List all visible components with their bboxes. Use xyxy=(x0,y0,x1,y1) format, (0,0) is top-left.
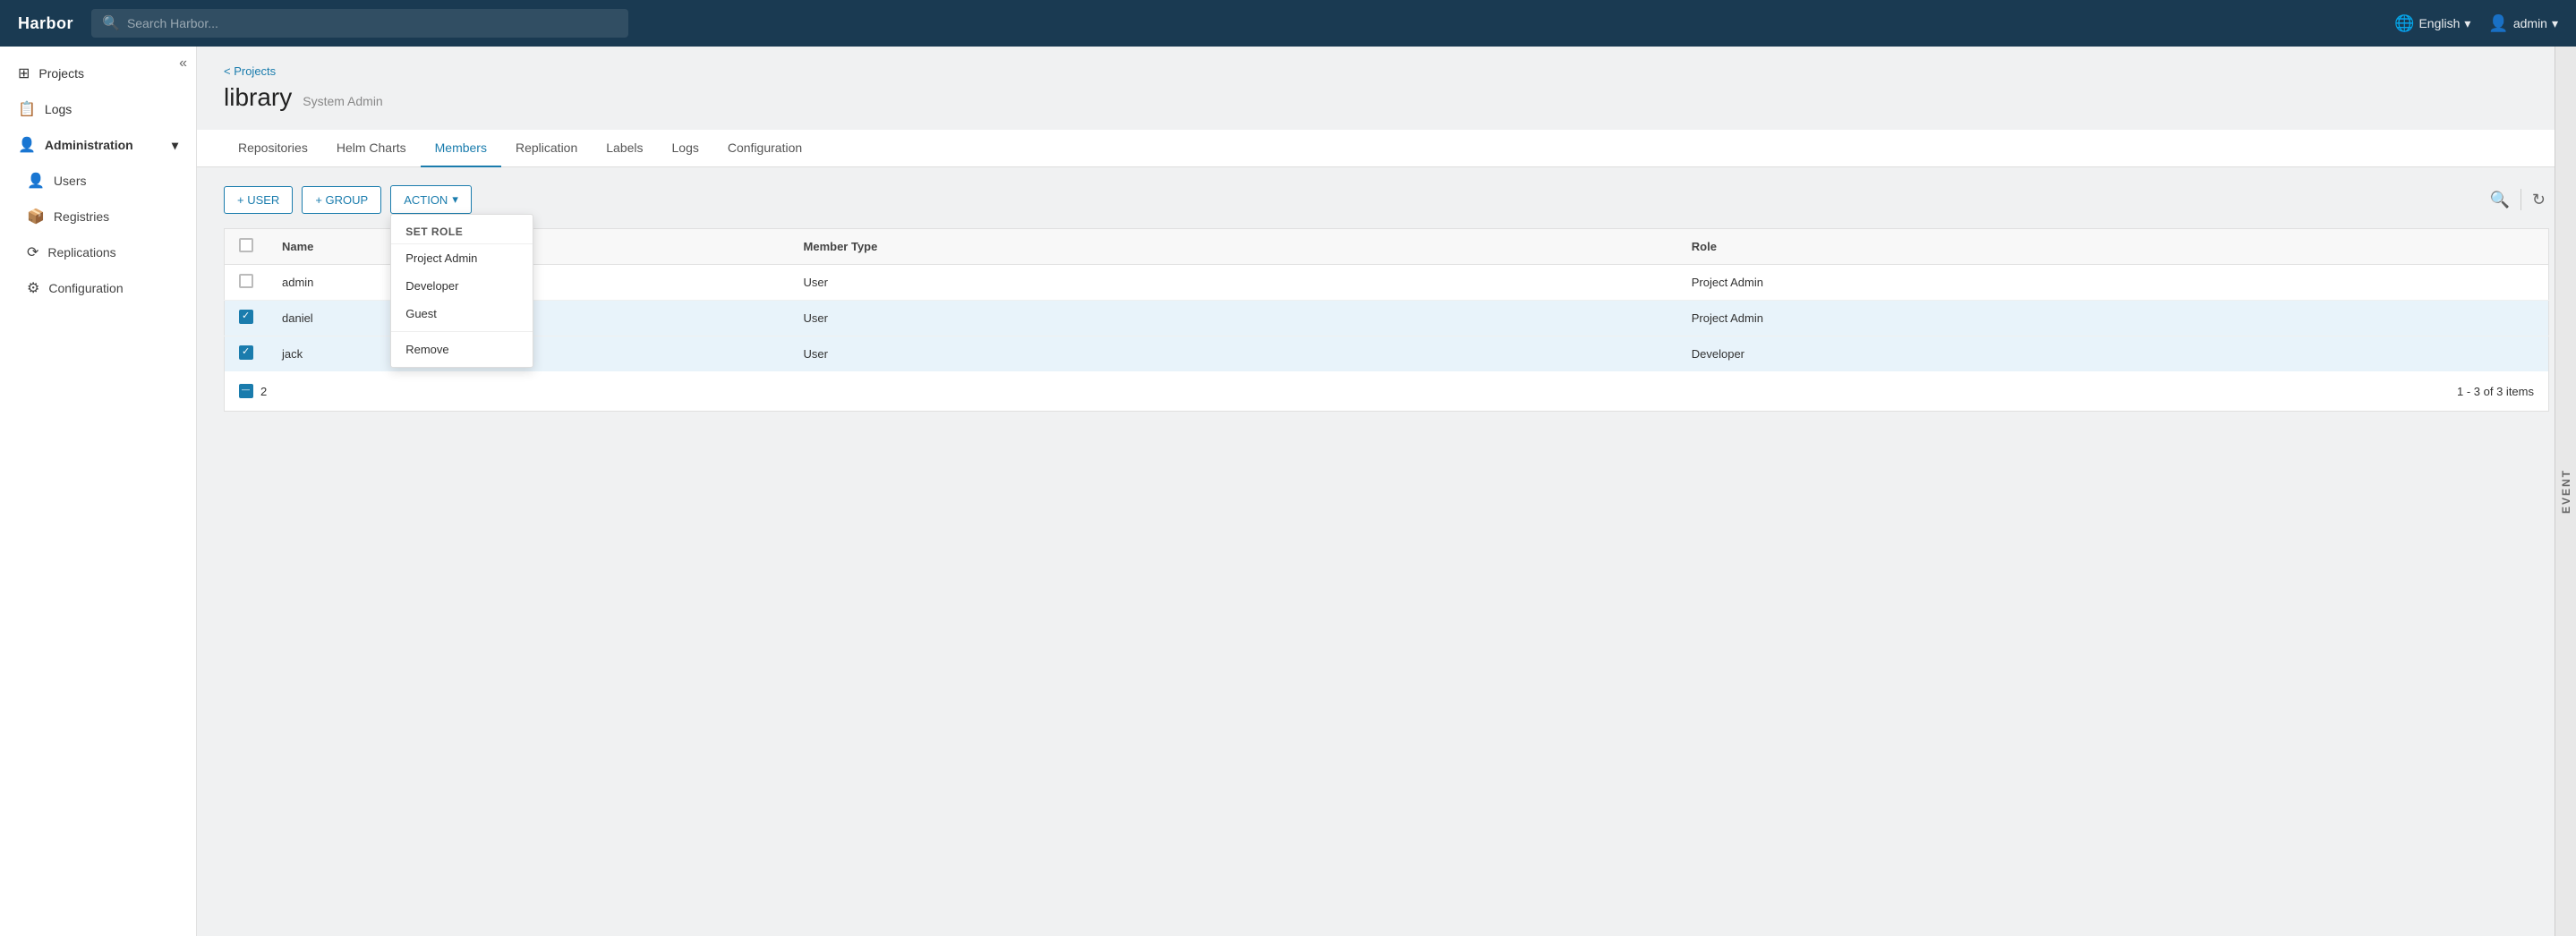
tab-repositories[interactable]: Repositories xyxy=(224,130,322,167)
event-label: EVENT xyxy=(2560,469,2572,514)
selected-count: 2 xyxy=(260,385,267,398)
navbar-right: 🌐 English ▾ 👤 admin ▾ xyxy=(2394,14,2558,33)
search-bar[interactable]: 🔍 xyxy=(91,9,628,38)
person-icon: 👤 xyxy=(27,172,45,190)
sidebar-item-users[interactable]: 👤 Users xyxy=(9,163,196,199)
navbar: Harbor 🔍 🌐 English ▾ 👤 admin ▾ xyxy=(0,0,2576,47)
file-icon: 📋 xyxy=(18,100,36,118)
tabs-bar: Repositories Helm Charts Members Replica… xyxy=(197,130,2576,167)
role-project-admin[interactable]: Project Admin xyxy=(391,244,533,272)
share-icon: ⟳ xyxy=(27,243,38,261)
chevron-down-icon: ▾ xyxy=(2552,16,2558,31)
main-content: < Projects library System Admin Reposito… xyxy=(197,47,2576,936)
toolbar-right: 🔍 ↻ xyxy=(2486,187,2549,213)
select-all-checkbox[interactable] xyxy=(239,238,253,252)
layout: « ⊞ Projects 📋 Logs 👤 Administration ▾ 👤… xyxy=(0,47,2576,936)
sidebar-collapse-button[interactable]: « xyxy=(179,55,187,72)
sidebar-admin-label: Administration xyxy=(45,138,133,152)
member-role: Developer xyxy=(1677,336,2549,372)
tab-replication[interactable]: Replication xyxy=(501,130,592,167)
sidebar-item-replications[interactable]: ⟳ Replications xyxy=(9,234,196,270)
gear-icon: ⚙ xyxy=(27,279,39,297)
sidebar-replications-label: Replications xyxy=(47,245,115,260)
col-member-type: Member Type xyxy=(789,229,1677,265)
sidebar-item-configuration[interactable]: ⚙ Configuration xyxy=(9,270,196,306)
sidebar-administration[interactable]: 👤 Administration ▾ xyxy=(0,127,196,163)
member-type: User xyxy=(789,336,1677,372)
table-footer: 2 1 - 3 of 3 items xyxy=(225,371,2549,412)
user-icon: 👤 xyxy=(2488,14,2508,33)
action-label: ACTION xyxy=(404,193,448,207)
table-row: jack User Developer xyxy=(225,336,2549,372)
sidebar: « ⊞ Projects 📋 Logs 👤 Administration ▾ 👤… xyxy=(0,47,197,936)
action-button[interactable]: ACTION ▾ xyxy=(390,185,472,214)
member-type: User xyxy=(789,301,1677,336)
tab-helm-charts[interactable]: Helm Charts xyxy=(322,130,421,167)
refresh-button[interactable]: ↻ xyxy=(2529,187,2549,213)
row-checkbox-cell[interactable] xyxy=(225,265,269,301)
app-brand: Harbor xyxy=(18,14,73,33)
add-user-button[interactable]: + USER xyxy=(224,186,293,214)
action-dropdown-menu: SET ROLE Project Admin Developer Guest R… xyxy=(390,214,533,368)
sidebar-item-label: Logs xyxy=(45,102,72,116)
box-icon: 📦 xyxy=(27,208,45,225)
role-developer[interactable]: Developer xyxy=(391,272,533,300)
table-row: admin User Project Admin xyxy=(225,265,2549,301)
add-group-button[interactable]: + GROUP xyxy=(302,186,381,214)
row-checkbox[interactable] xyxy=(239,310,253,324)
row-checkbox[interactable] xyxy=(239,274,253,288)
page-subtitle: System Admin xyxy=(303,94,382,108)
sidebar-admin-submenu: 👤 Users 📦 Registries ⟳ Replications ⚙ Co… xyxy=(0,163,196,306)
sidebar-registries-label: Registries xyxy=(54,209,109,224)
sidebar-item-logs[interactable]: 📋 Logs xyxy=(0,91,196,127)
sidebar-item-registries[interactable]: 📦 Registries xyxy=(9,199,196,234)
set-role-label: SET ROLE xyxy=(391,218,533,244)
sidebar-config-label: Configuration xyxy=(48,281,123,295)
member-role: Project Admin xyxy=(1677,301,2549,336)
member-role: Project Admin xyxy=(1677,265,2549,301)
grid-icon: ⊞ xyxy=(18,64,30,82)
members-table: Name Member Type Role admin User Project… xyxy=(224,228,2549,412)
role-guest[interactable]: Guest xyxy=(391,300,533,328)
tab-logs[interactable]: Logs xyxy=(658,130,713,167)
member-type: User xyxy=(789,265,1677,301)
tab-configuration[interactable]: Configuration xyxy=(713,130,816,167)
row-checkbox-cell[interactable] xyxy=(225,336,269,372)
select-all-header[interactable] xyxy=(225,229,269,265)
sidebar-item-projects[interactable]: ⊞ Projects xyxy=(0,55,196,91)
row-checkbox[interactable] xyxy=(239,345,253,360)
language-selector[interactable]: 🌐 English ▾ xyxy=(2394,14,2470,33)
tab-labels[interactable]: Labels xyxy=(592,130,657,167)
search-input[interactable] xyxy=(127,16,618,30)
footer-checkbox[interactable] xyxy=(239,384,253,398)
user-menu[interactable]: 👤 admin ▾ xyxy=(2488,14,2558,33)
search-icon: 🔍 xyxy=(102,14,120,32)
page-title-row: library System Admin xyxy=(224,83,2549,112)
admin-icon: 👤 xyxy=(18,136,36,154)
user-label: admin xyxy=(2513,16,2547,30)
chevron-down-icon: ▾ xyxy=(452,192,458,207)
tab-members[interactable]: Members xyxy=(421,130,501,167)
page-title: library xyxy=(224,83,292,112)
sidebar-item-label: Projects xyxy=(38,66,84,81)
table-row: daniel User Project Admin xyxy=(225,301,2549,336)
pagination-text: 1 - 3 of 3 items xyxy=(2457,385,2534,398)
breadcrumb[interactable]: < Projects xyxy=(224,64,2549,78)
col-role: Role xyxy=(1677,229,2549,265)
row-checkbox-cell[interactable] xyxy=(225,301,269,336)
dropdown-divider xyxy=(391,331,533,332)
toolbar: + USER + GROUP ACTION ▾ SET ROLE Project… xyxy=(224,185,2549,214)
search-button[interactable]: 🔍 xyxy=(2486,187,2512,213)
chevron-down-icon: ▾ xyxy=(172,138,178,153)
globe-icon: 🌐 xyxy=(2394,14,2414,33)
sidebar-users-label: Users xyxy=(54,174,87,188)
event-panel[interactable]: EVENT xyxy=(2555,47,2576,936)
lang-label: English xyxy=(2418,16,2460,30)
chevron-down-icon: ▾ xyxy=(2464,16,2470,31)
action-dropdown: ACTION ▾ SET ROLE Project Admin Develope… xyxy=(390,185,472,214)
remove-action[interactable]: Remove xyxy=(391,336,533,363)
